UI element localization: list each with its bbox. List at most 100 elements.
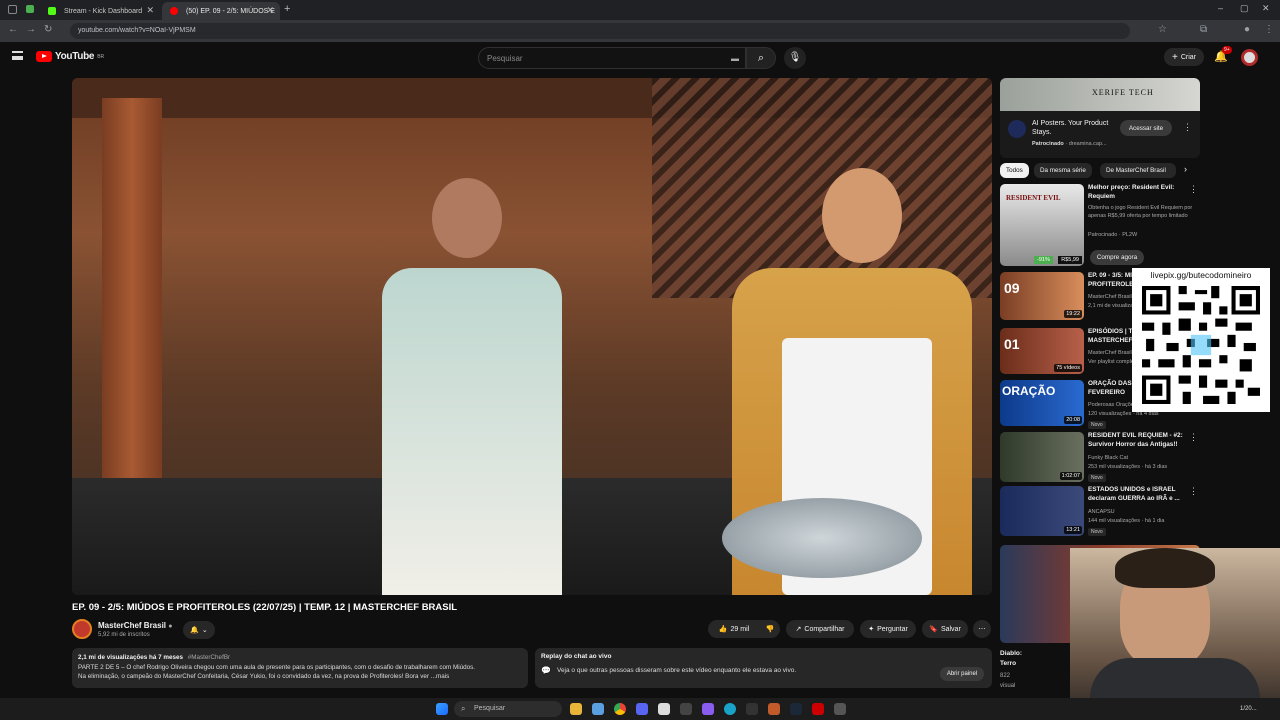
video-frame-person-left [342,158,602,595]
ad-logo-icon [1008,120,1026,138]
more-vert-icon[interactable]: ⋮ [1183,122,1192,133]
youtube-logo[interactable]: YouTube BR [36,51,104,62]
open-panel-button[interactable]: Abrir painel [940,667,984,681]
app-icon[interactable] [746,703,758,715]
app-icon[interactable] [680,703,692,715]
tab-strip-icon[interactable] [26,5,34,13]
channel-avatar[interactable] [72,619,92,639]
close-window-icon[interactable]: ✕ [1262,3,1270,14]
browser-menu-icon[interactable]: ⋮ [1264,24,1274,35]
hashtag-link[interactable]: #MasterChefBr [188,654,230,661]
keyboard-icon[interactable]: ▬ [731,54,739,63]
channel-name: 822 [1000,673,1011,679]
ad-domain: dreamina.cap... [1068,141,1107,147]
clock[interactable]: 1/20... [1240,706,1257,712]
duration-badge: 20:08 [1064,416,1082,424]
view-count: 144 mil visualizações · há 1 dia [1088,518,1165,524]
video-title: RESIDENT EVIL REQUIEM - #2: Survivor Hor… [1088,432,1183,448]
app-icon[interactable] [702,703,714,715]
hamburger-menu-icon[interactable] [12,51,23,60]
close-tab-icon[interactable]: ✕ [146,5,154,16]
tab-youtube-video[interactable]: (50) EP. 09 - 2/5: MIÚDOS E ✕ [162,2,280,20]
sidebar-item-ad-resident-evil[interactable]: RESIDENT EVIL -91% R$5,99 Melhor preço: … [1000,184,1200,266]
plus-icon: + [1171,51,1178,63]
tab-label: (50) EP. 09 - 2/5: MIÚDOS E [186,7,275,15]
extensions-icon[interactable]: ⧉ [1200,24,1207,35]
chip-all[interactable]: Todos [1000,163,1029,178]
close-tab-icon[interactable]: ✕ [266,5,274,16]
chat-bubble-icon: 💬 [541,666,551,675]
duration-badge: 13:21 [1064,526,1082,534]
notifications-button[interactable]: 🔔 9+ [1214,46,1232,63]
back-icon[interactable]: ← [8,24,18,35]
tab-kick-dashboard[interactable]: Stream - Kick Dashboard ✕ [40,2,160,20]
store-icon[interactable] [592,703,604,715]
live-chat-replay: Replay do chat ao vivo 💬 Veja o que outr… [535,648,992,688]
chevron-right-icon[interactable]: › [1184,164,1187,174]
like-count: 29 mil [730,625,750,633]
profile-icon[interactable]: ● [1244,24,1250,35]
sponsored-ad[interactable]: XERIFE TECH AI Posters. Your Product Sta… [1000,78,1200,158]
new-tab-icon[interactable]: + [284,3,290,15]
video-thumbnail: ORAÇÃO 20:08 [1000,380,1084,426]
create-button[interactable]: + Criar [1164,48,1204,66]
visit-site-button[interactable]: Acessar site [1120,120,1172,136]
buy-now-button[interactable]: Compre agora [1090,250,1144,265]
edge-icon[interactable] [724,703,736,715]
forward-icon[interactable]: → [26,24,36,35]
file-explorer-icon[interactable] [570,703,582,715]
dislike-button[interactable]: 👎 [760,620,780,638]
taskbar-search[interactable]: ⌕ Pesquisar [454,701,562,717]
chip-label: De MasterChef Brasil [1106,167,1166,174]
app-icon[interactable] [768,703,780,715]
sidebar-item-eua-israel[interactable]: 13:21 ESTADOS UNIDOS e ISRAEL declaram G… [1000,486,1200,536]
new-badge: Novo [1088,474,1106,482]
chip-same-series[interactable]: Da mesma série [1034,163,1092,178]
more-vert-icon[interactable]: ⋮ [1189,184,1198,195]
search-input[interactable]: Pesquisar ▬ [478,47,746,69]
bookmark-star-icon[interactable]: ☆ [1158,24,1167,35]
voice-search-button[interactable]: 🎙 [784,47,806,69]
app-icon[interactable] [812,703,824,715]
channel-name[interactable]: MasterChef Brasil ● [98,621,173,630]
sidebar-item-resident-evil-gameplay[interactable]: 1:02:07 RESIDENT EVIL REQUIEM - #2: Surv… [1000,432,1200,482]
windows-start-icon[interactable] [436,703,448,715]
ad-sponsor: Patrocinado · PL2W [1088,232,1138,238]
address-bar[interactable]: youtube.com/watch?v=NOaI-VjPMSM [70,23,1130,39]
save-button[interactable]: 🔖 Salvar [922,620,968,638]
chip-from-channel[interactable]: De MasterChef Brasil [1100,163,1176,178]
search-button[interactable]: ⌕ [746,47,776,69]
thumbs-up-icon: 👍 [718,626,728,633]
ask-label: Perguntar [877,625,908,633]
video-title: Diablo: Terro [1000,650,1023,667]
description-box[interactable]: 2,1 mi de visualizações há 7 meses #Mast… [72,648,528,688]
view-count: 253 mil visualizações · há 3 dias [1088,464,1168,470]
discord-icon[interactable] [636,703,648,715]
reload-icon[interactable]: ↻ [44,24,52,35]
more-actions-button[interactable]: ⋯ [973,620,991,638]
chrome-icon[interactable] [614,703,626,715]
more-vert-icon[interactable]: ⋮ [1189,432,1198,443]
app-icon[interactable] [834,703,846,715]
windows-taskbar: ⌕ Pesquisar 1/20... [0,698,1280,720]
maximize-icon[interactable]: ▢ [1240,3,1249,14]
more-vert-icon[interactable]: ⋮ [1189,486,1198,497]
share-button[interactable]: ↗ Compartilhar [786,620,854,638]
thumbs-down-icon: 👎 [765,626,775,633]
minimize-icon[interactable]: – [1218,3,1223,13]
steam-icon[interactable] [790,703,802,715]
account-avatar[interactable] [1241,49,1258,66]
view-count: visual [1000,683,1016,689]
livepix-qr-overlay: livepix.gg/butecodomineiro [1132,268,1270,412]
video-player[interactable] [72,78,992,595]
chat-replay-text: Veja o que outras pessoas disseram sobre… [556,667,797,674]
app-icon[interactable] [658,703,670,715]
like-button[interactable]: 👍 29 mil [708,620,760,638]
window-menu-icon[interactable] [8,5,17,14]
video-thumbnail: 09 19:22 [1000,272,1084,320]
taskbar-search-label: Pesquisar [474,705,506,712]
channel-name: ANCAPSU [1088,509,1115,515]
subscribed-bell-button[interactable]: 🔔 ⌄ [183,621,215,639]
ad-sponsor: Patrocinado [1032,141,1064,147]
ask-button[interactable]: ✦ Perguntar [860,620,916,638]
